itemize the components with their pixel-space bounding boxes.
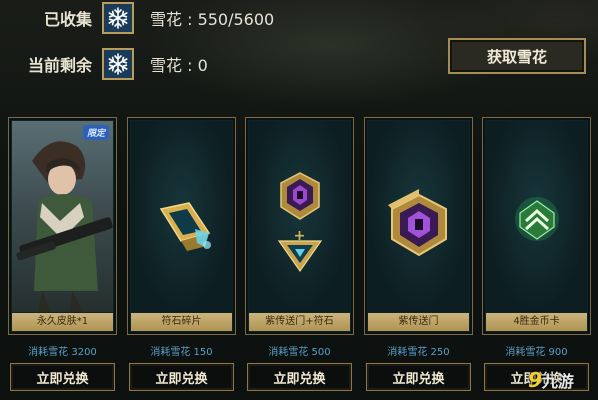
site-watermark: 9九游 [528, 368, 574, 392]
reward-card-portal[interactable]: 紫传送门 [364, 117, 473, 335]
card-cost: 消耗雪花 900 [505, 347, 568, 358]
card-cost: 消耗雪花 150 [150, 347, 213, 358]
portal-and-rune-icon [277, 172, 323, 273]
snowflake-icon [102, 2, 134, 34]
get-snowflakes-button[interactable]: 获取雪花 [448, 38, 586, 74]
redeem-button[interactable]: 立即兑换 [10, 363, 115, 391]
remaining-row: 当前剩余 雪花 : 0 [0, 48, 208, 80]
remaining-label: 当前剩余 [27, 56, 92, 75]
purple-portal-icon [388, 189, 447, 257]
reward-card-skin[interactable]: 限定 永久皮肤*1 [8, 117, 117, 335]
collected-value: 雪花 : 550/5600 [150, 10, 275, 29]
hero-skin-portrait: 限定 [12, 121, 113, 312]
card-name: 4胜金币卡 [486, 313, 587, 331]
limited-badge: 限定 [82, 125, 109, 140]
reward-card-gold[interactable]: 4胜金币卡 [482, 117, 591, 335]
card-name: 永久皮肤*1 [12, 313, 113, 331]
collected-label: 已收集 [43, 10, 92, 29]
rune-shard-icon [159, 202, 211, 251]
plus-icon: + [293, 228, 306, 244]
card-cost: 消耗雪花 500 [268, 347, 331, 358]
reward-card-portal-rune[interactable]: + 紫传送门+符石 [245, 117, 354, 335]
gold-card-icon [515, 197, 559, 241]
card-name: 紫传送门 [368, 313, 469, 331]
snowflake-icon [102, 48, 134, 80]
card-cost: 消耗雪花 3200 [28, 347, 97, 358]
watermark-text: 九游 [541, 372, 574, 391]
redeem-button[interactable]: 立即兑换 [247, 363, 352, 391]
watermark-nine: 9 [528, 368, 542, 392]
card-cost: 消耗雪花 250 [387, 347, 450, 358]
redeem-button[interactable]: 立即兑换 [366, 363, 471, 391]
redeem-button[interactable]: 立即兑换 [129, 363, 234, 391]
card-name: 符石碎片 [131, 313, 232, 331]
reward-card-rune-shard[interactable]: 符石碎片 [127, 117, 236, 335]
remaining-value: 雪花 : 0 [150, 56, 208, 75]
collected-row: 已收集 雪花 : 550/5600 [0, 2, 274, 34]
card-name: 紫传送门+符石 [249, 313, 350, 331]
